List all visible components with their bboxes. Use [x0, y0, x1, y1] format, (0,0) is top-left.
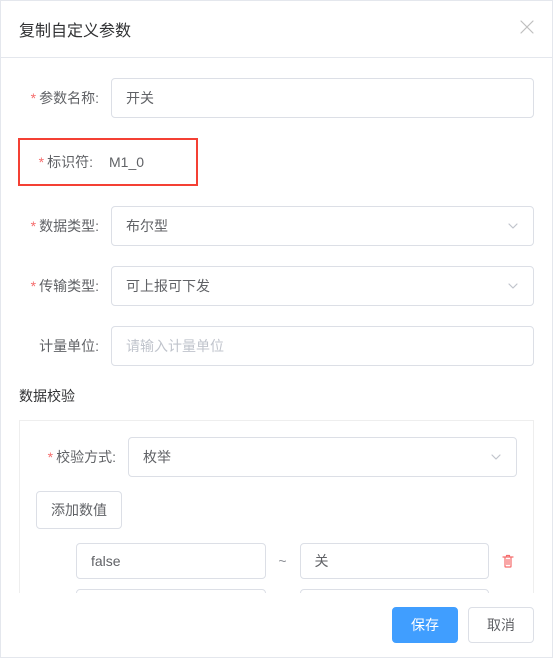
label-identifier: 标识符: [20, 152, 105, 172]
label-validate-mode: 校验方式: [36, 447, 128, 467]
delete-icon[interactable] [499, 553, 517, 569]
select-trans-type-value: 可上报可下发 [126, 276, 210, 296]
close-icon[interactable] [520, 20, 534, 38]
enum-key-input[interactable] [76, 543, 266, 579]
cancel-button[interactable]: 取消 [468, 607, 534, 643]
select-validate-mode-value: 枚举 [143, 447, 171, 467]
add-enum-button[interactable]: 添加数值 [36, 491, 122, 529]
section-title-validation: 数据校验 [19, 386, 534, 406]
input-param-name[interactable] [111, 78, 534, 118]
control-unit [111, 326, 534, 366]
row-data-type: 数据类型: 布尔型 [19, 206, 534, 246]
select-validate-mode[interactable]: 枚举 [128, 437, 517, 477]
validation-panel: 校验方式: 枚举 添加数值 ~ [19, 420, 534, 593]
enum-row: ~ [76, 543, 517, 579]
tilde-separator: ~ [276, 553, 290, 569]
row-identifier: 标识符: [19, 138, 534, 186]
row-unit: 计量单位: [19, 326, 534, 366]
select-data-type-value: 布尔型 [126, 216, 168, 236]
identifier-highlight: 标识符: [18, 138, 198, 186]
control-validate-mode: 枚举 [128, 437, 517, 477]
row-trans-type: 传输类型: 可上报可下发 [19, 266, 534, 306]
input-unit[interactable] [111, 326, 534, 366]
select-data-type[interactable]: 布尔型 [111, 206, 534, 246]
row-validate-mode: 校验方式: 枚举 [36, 437, 517, 477]
chevron-down-icon [507, 220, 519, 232]
input-identifier[interactable] [105, 146, 185, 178]
dialog-footer: 保存 取消 [1, 593, 552, 657]
label-param-name: 参数名称: [19, 88, 111, 108]
dialog-title: 复制自定义参数 [19, 17, 131, 41]
chevron-down-icon [490, 451, 502, 463]
control-data-type: 布尔型 [111, 206, 534, 246]
enum-list: ~ ~ [36, 543, 517, 593]
dialog-body: 参数名称: 标识符: 数据类型: 布尔型 [1, 58, 552, 593]
label-data-type: 数据类型: [19, 216, 111, 236]
row-param-name: 参数名称: [19, 78, 534, 118]
select-trans-type[interactable]: 可上报可下发 [111, 266, 534, 306]
enum-label-input[interactable] [300, 543, 490, 579]
dialog-copy-custom-param: 复制自定义参数 参数名称: 标识符: 数据类型: 布尔型 [0, 0, 553, 658]
save-button[interactable]: 保存 [392, 607, 458, 643]
chevron-down-icon [507, 280, 519, 292]
dialog-header: 复制自定义参数 [1, 1, 552, 58]
label-unit: 计量单位: [19, 336, 111, 356]
label-trans-type: 传输类型: [19, 276, 111, 296]
control-trans-type: 可上报可下发 [111, 266, 534, 306]
control-param-name [111, 78, 534, 118]
